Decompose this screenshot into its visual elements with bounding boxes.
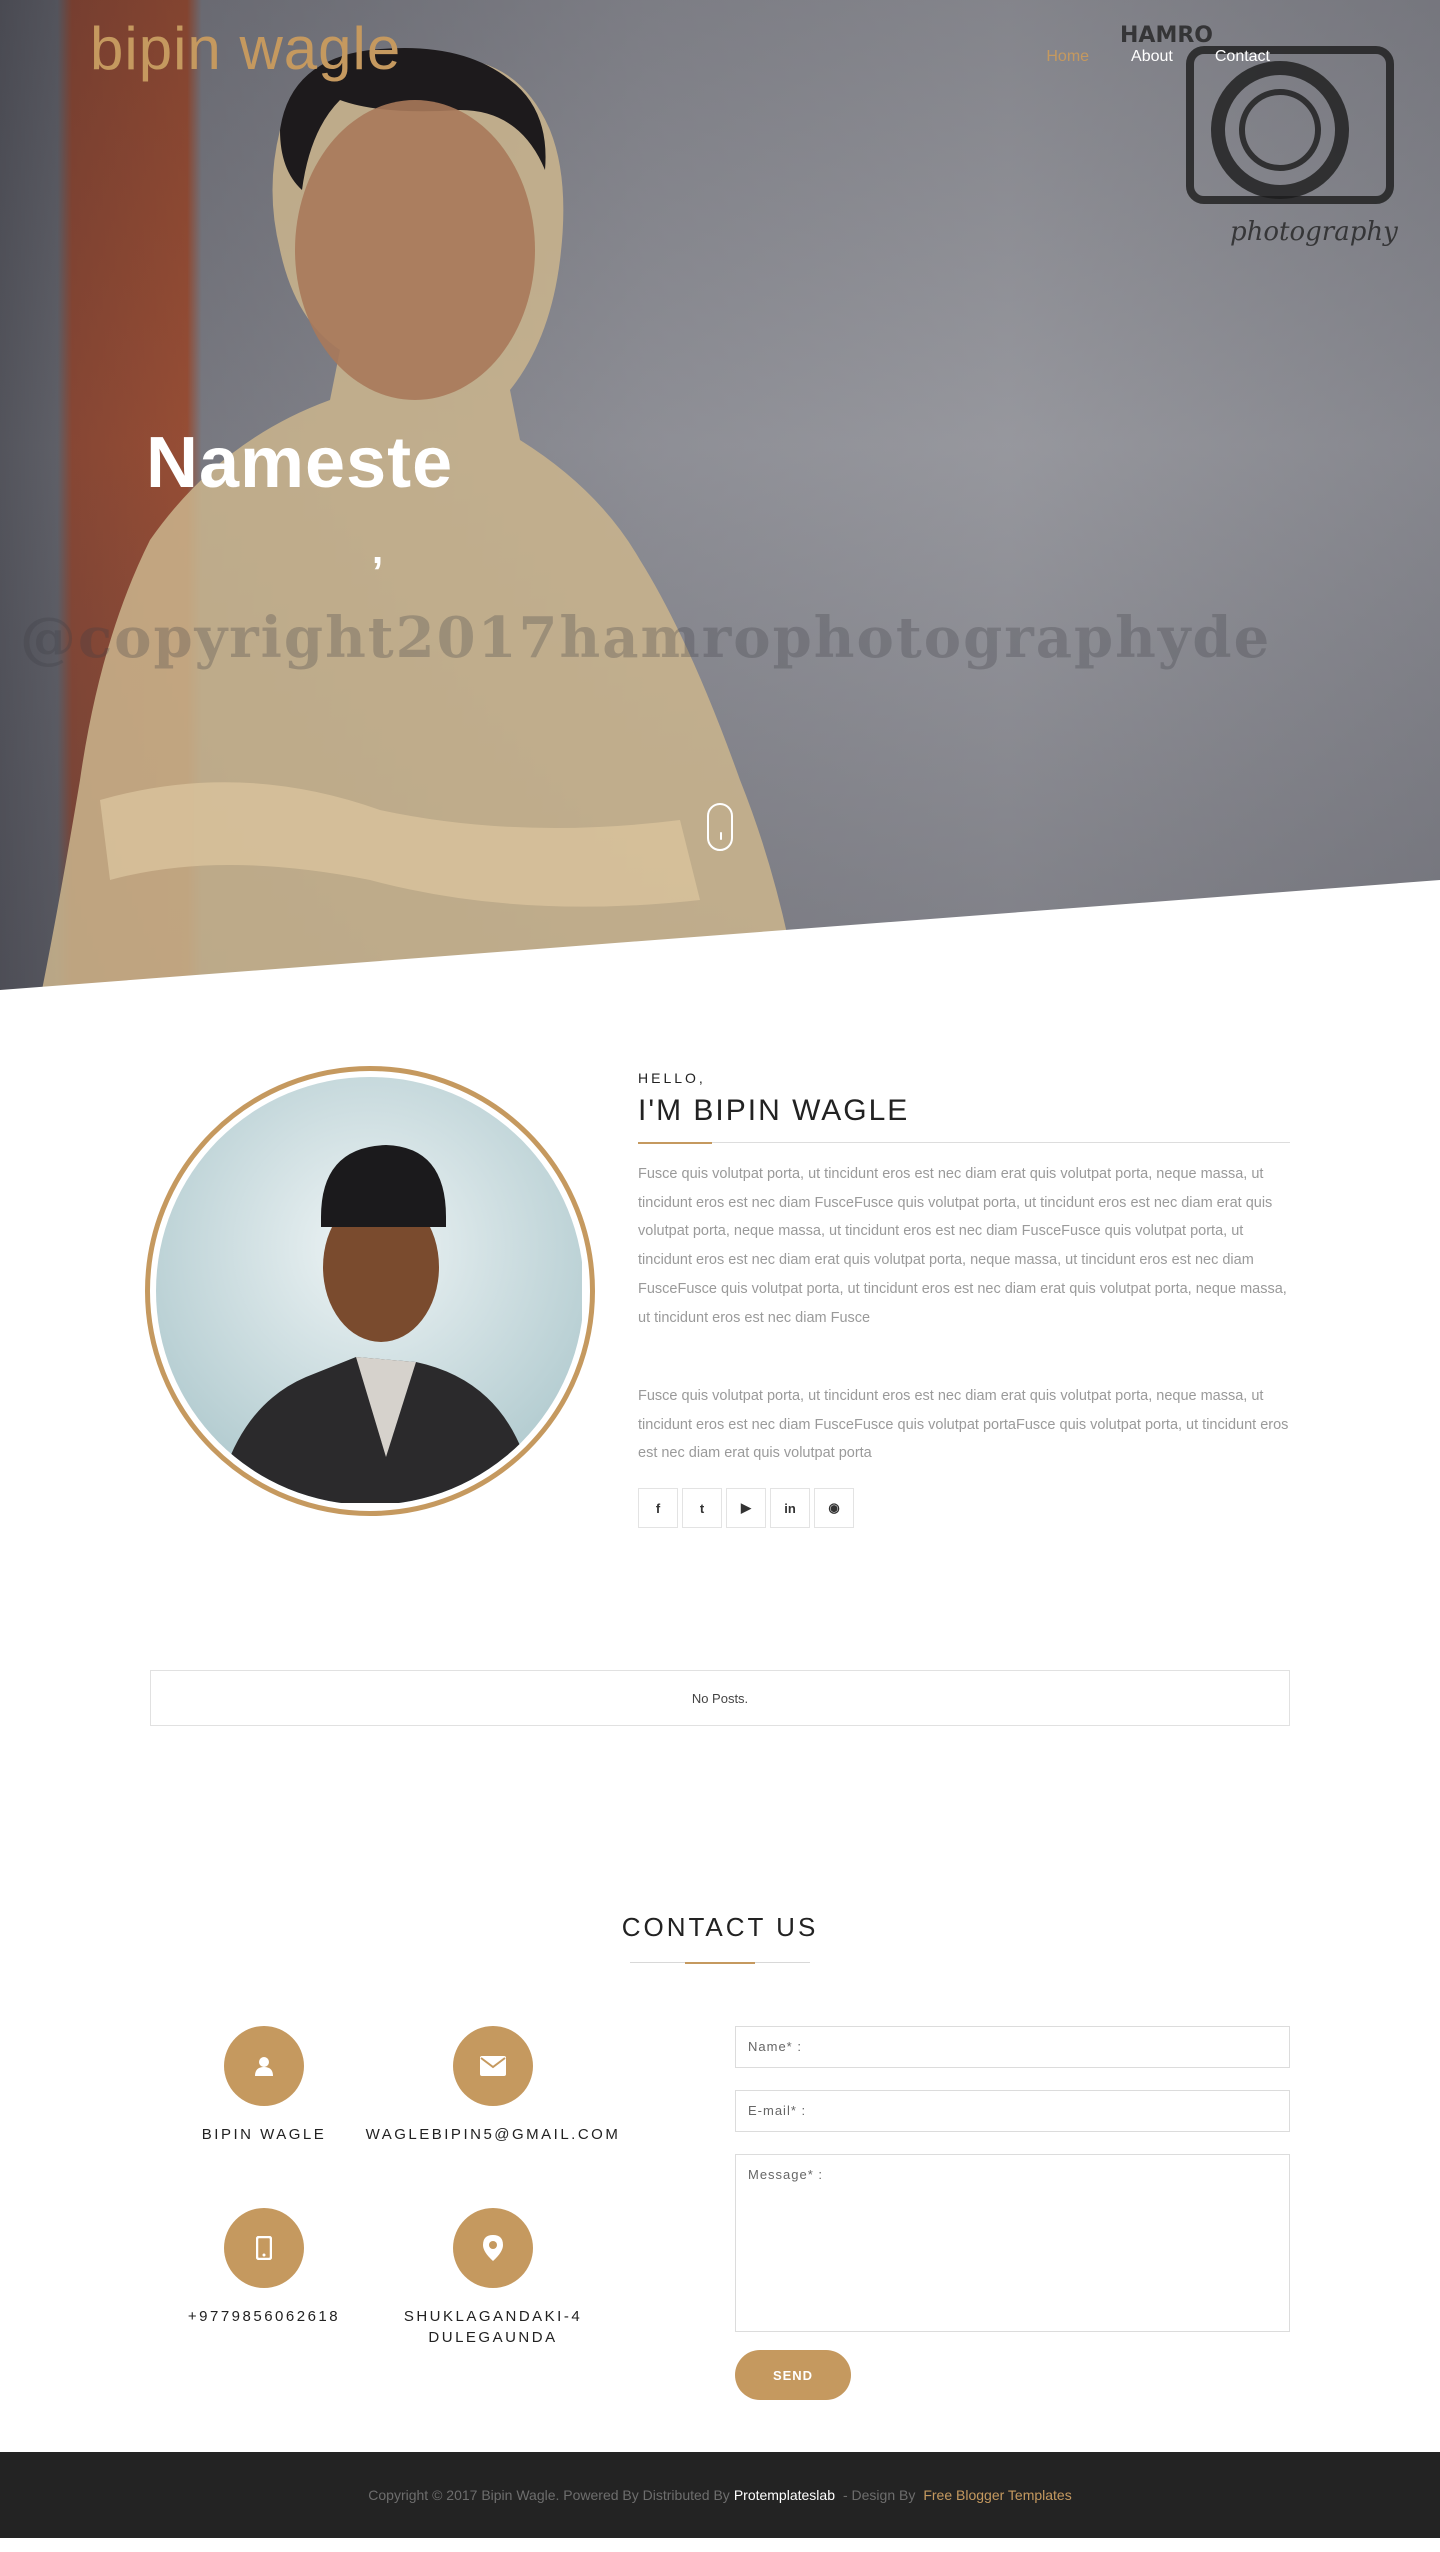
scroll-wheel bbox=[720, 832, 722, 840]
youtube-icon[interactable]: ▶ bbox=[726, 1488, 766, 1528]
no-posts-message: No Posts. bbox=[150, 1670, 1290, 1726]
about-paragraph-1: Fusce quis volutpat porta, ut tincidunt … bbox=[638, 1166, 1287, 1326]
user-icon bbox=[224, 2026, 304, 2106]
profile-photo-image bbox=[156, 1077, 582, 1503]
envelope-icon bbox=[453, 2026, 533, 2106]
contact-email-block: WAGLEBIPIN5@GMAIL.COM bbox=[363, 2026, 623, 2145]
scroll-down-icon[interactable] bbox=[707, 803, 733, 851]
contact-address-line2: DULEGAUNDA bbox=[428, 2329, 558, 2346]
site-logo[interactable]: bipin wagle bbox=[90, 14, 401, 83]
about-divider-accent bbox=[638, 1142, 712, 1144]
about-section: HELLO, I'M BIPIN WAGLE Fusce quis volutp… bbox=[0, 990, 1440, 1670]
twitter-icon[interactable]: t bbox=[682, 1488, 722, 1528]
contact-name: BIPIN WAGLE bbox=[201, 2126, 327, 2143]
hero-title: Nameste bbox=[146, 423, 454, 503]
nav-contact[interactable]: Contact bbox=[1215, 48, 1270, 66]
about-divider bbox=[638, 1142, 1290, 1143]
nav-about[interactable]: About bbox=[1131, 48, 1173, 66]
about-greeting: HELLO, bbox=[638, 1070, 706, 1086]
social-links: f t ▶ in ◉ bbox=[638, 1488, 854, 1528]
contact-phone: +9779856062618 bbox=[187, 2308, 341, 2325]
footer: Copyright © 2017 Bipin Wagle. Powered By… bbox=[0, 2452, 1440, 2538]
contact-email[interactable]: WAGLEBIPIN5@GMAIL.COM bbox=[363, 2124, 623, 2145]
map-pin-icon bbox=[453, 2208, 533, 2288]
contact-phone-block: +9779856062618 bbox=[134, 2208, 394, 2327]
footer-design-by: - Design By bbox=[842, 2487, 916, 2503]
mobile-phone-icon bbox=[224, 2208, 304, 2288]
send-button[interactable]: SEND bbox=[735, 2350, 851, 2400]
contact-name-block: BIPIN WAGLE bbox=[134, 2026, 394, 2145]
nav-home[interactable]: Home bbox=[1046, 48, 1089, 66]
footer-designer-link[interactable]: Free Blogger Templates bbox=[923, 2487, 1071, 2503]
footer-distributor-link[interactable]: Protemplateslab bbox=[734, 2487, 835, 2503]
main-nav: Home About Contact bbox=[1046, 48, 1270, 66]
hero-person-image bbox=[41, 48, 799, 990]
hero-diagonal-divider bbox=[0, 880, 1440, 990]
github-icon[interactable]: ◉ bbox=[814, 1488, 854, 1528]
copyright-watermark: @copyright2017hamrophotographyde bbox=[20, 605, 1272, 671]
name-field[interactable]: Name* : bbox=[735, 2026, 1290, 2068]
about-name-heading: I'M BIPIN WAGLE bbox=[638, 1094, 910, 1127]
message-field[interactable]: Message* : bbox=[735, 2154, 1290, 2332]
hero-section: HAMRO photography @copyright2017hamropho… bbox=[0, 0, 1440, 990]
contact-divider-accent bbox=[685, 1962, 755, 1964]
about-paragraph-2: Fusce quis volutpat porta, ut tincidunt … bbox=[638, 1388, 1289, 1462]
svg-text:photography: photography bbox=[1230, 217, 1398, 247]
footer-copyright: Copyright © 2017 Bipin Wagle. Powered By… bbox=[368, 2487, 730, 2503]
svg-text:HAMRO: HAMRO bbox=[1120, 23, 1213, 48]
posts-section: No Posts. bbox=[0, 1670, 1440, 1920]
linkedin-icon[interactable]: in bbox=[770, 1488, 810, 1528]
hero-subtitle: , bbox=[372, 528, 384, 572]
contact-address-line1: SHUKLAGANDAKI-4 bbox=[403, 2308, 583, 2325]
contact-address-block: SHUKLAGANDAKI-4 DULEGAUNDA bbox=[363, 2208, 623, 2348]
contact-title: CONTACT US bbox=[621, 1912, 819, 1942]
profile-photo bbox=[145, 1066, 595, 1516]
email-field[interactable]: E-mail* : bbox=[735, 2090, 1290, 2132]
contact-address: SHUKLAGANDAKI-4 DULEGAUNDA bbox=[363, 2306, 623, 2348]
facebook-icon[interactable]: f bbox=[638, 1488, 678, 1528]
